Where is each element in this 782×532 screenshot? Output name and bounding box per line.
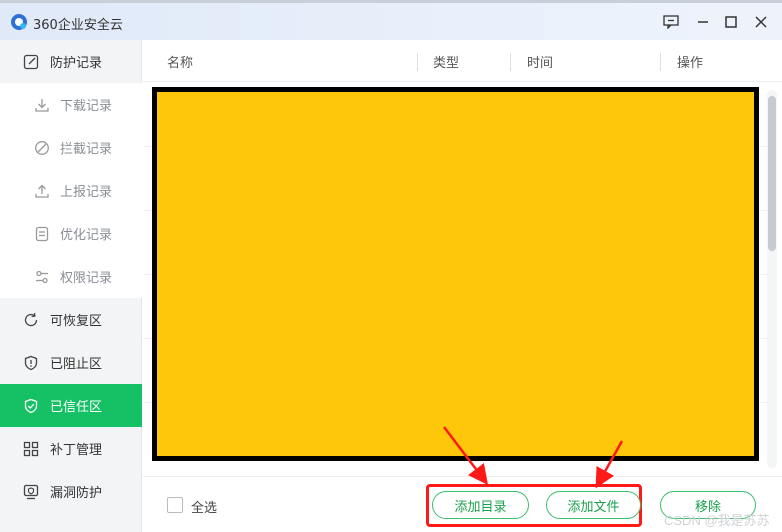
edit-icon bbox=[22, 53, 40, 71]
restore-icon bbox=[22, 311, 40, 329]
app-title: 360企业安全云 bbox=[33, 18, 123, 33]
watermark: CSDN @我是苏苏 bbox=[664, 513, 770, 528]
screen-shield-icon bbox=[22, 483, 40, 501]
sliders-icon bbox=[33, 268, 51, 286]
column-name: 名称 bbox=[167, 56, 194, 71]
sidebar-item-vulnerability-protection[interactable]: 漏洞防护 bbox=[0, 470, 142, 513]
select-all-checkbox[interactable] bbox=[167, 497, 183, 513]
download-icon bbox=[33, 96, 51, 114]
redaction-overlay bbox=[152, 87, 759, 461]
sidebar-item-label: 漏洞防护 bbox=[50, 486, 103, 501]
sidebar-item-permission-records[interactable]: 权限记录 bbox=[0, 255, 142, 298]
close-icon[interactable] bbox=[750, 11, 772, 33]
minimize-icon[interactable] bbox=[692, 11, 714, 33]
sidebar-item-label: 防护记录 bbox=[50, 56, 103, 71]
document-icon bbox=[33, 225, 51, 243]
select-all-label[interactable]: 全选 bbox=[191, 497, 217, 516]
sidebar-item-label: 上报记录 bbox=[60, 185, 113, 200]
scrollbar-thumb[interactable] bbox=[768, 96, 776, 251]
table-header: 名称 类型 时间 操作 bbox=[143, 40, 782, 82]
column-divider bbox=[660, 53, 661, 71]
column-time: 时间 bbox=[527, 56, 554, 71]
column-action: 操作 bbox=[677, 56, 704, 71]
sidebar-item-label: 拦截记录 bbox=[60, 142, 113, 157]
shield-check-icon bbox=[22, 397, 40, 415]
sidebar-item-protection-records[interactable]: 防护记录 bbox=[0, 40, 142, 83]
sidebar-item-label: 优化记录 bbox=[60, 228, 113, 243]
maximize-icon[interactable] bbox=[720, 11, 742, 33]
column-divider bbox=[510, 53, 511, 71]
sidebar-item-label: 可恢复区 bbox=[50, 314, 103, 329]
column-type: 类型 bbox=[433, 56, 460, 71]
add-directory-button[interactable]: 添加目录 bbox=[432, 491, 529, 519]
sidebar-item-label: 权限记录 bbox=[60, 271, 113, 286]
column-divider bbox=[417, 53, 418, 71]
sidebar-item-optimize-records[interactable]: 优化记录 bbox=[0, 212, 142, 255]
feedback-icon[interactable] bbox=[660, 11, 682, 33]
sidebar-item-patch-management[interactable]: 补丁管理 bbox=[0, 427, 142, 470]
sidebar-item-label: 补丁管理 bbox=[50, 443, 103, 458]
sidebar-item-recoverable[interactable]: 可恢复区 bbox=[0, 298, 142, 341]
grid-icon bbox=[22, 440, 40, 458]
block-icon bbox=[33, 139, 51, 157]
sidebar-item-download-records[interactable]: 下载记录 bbox=[0, 83, 142, 126]
shield-alert-icon bbox=[22, 354, 40, 372]
upload-icon bbox=[33, 182, 51, 200]
add-file-button[interactable]: 添加文件 bbox=[546, 491, 641, 519]
sidebar: 防护记录 下载记录 拦截记录 上报记录 优化记录 权限记录 可恢复区 已阻止区 … bbox=[0, 40, 142, 532]
sidebar-item-block-records[interactable]: 拦截记录 bbox=[0, 126, 142, 169]
sidebar-item-blocked[interactable]: 已阻止区 bbox=[0, 341, 142, 384]
title-bar: 360企业安全云 bbox=[0, 0, 782, 40]
sidebar-item-trusted[interactable]: 已信任区 bbox=[0, 384, 142, 427]
sidebar-item-label: 已阻止区 bbox=[50, 357, 103, 372]
sidebar-item-label: 下载记录 bbox=[60, 99, 113, 114]
main-panel: 名称 类型 时间 操作 全选 添加目录 添加文件 移除 bbox=[143, 40, 782, 532]
sidebar-item-label: 已信任区 bbox=[50, 400, 103, 415]
sidebar-item-upload-records[interactable]: 上报记录 bbox=[0, 169, 142, 212]
app-logo-icon bbox=[10, 13, 28, 31]
